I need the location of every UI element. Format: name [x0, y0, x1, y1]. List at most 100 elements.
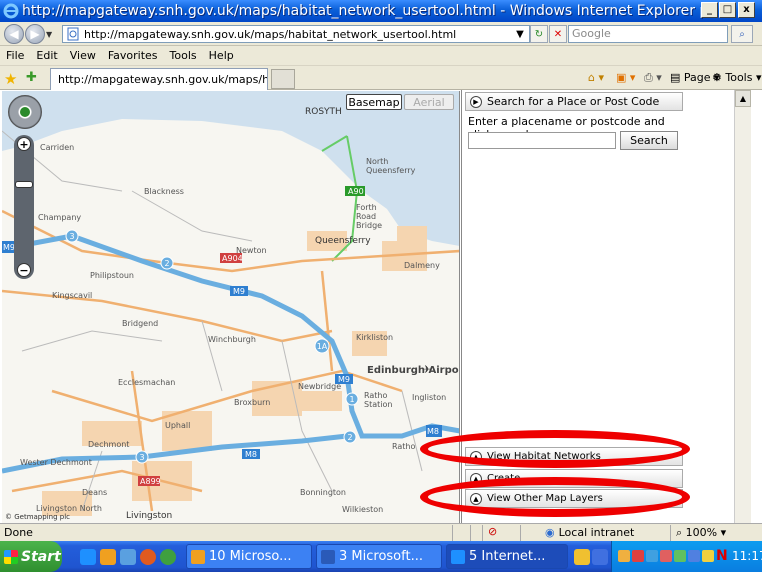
road-m9-a: M9 — [233, 287, 245, 296]
tray-icon[interactable] — [632, 550, 644, 562]
taskbar-extra-icon[interactable] — [592, 549, 608, 565]
quicklaunch-outlook-icon[interactable] — [100, 549, 116, 565]
zoom-label: 100% — [685, 526, 718, 539]
place-livingston: Livingston — [126, 511, 173, 521]
status-text: Done — [4, 526, 33, 539]
close-button[interactable]: x — [738, 2, 755, 18]
junction-3b-label: 3 — [139, 453, 144, 462]
quicklaunch-desktop-icon[interactable] — [120, 549, 136, 565]
status-bar: Done ⊘ ◉ Local intranet ⌕ 100% ▾ — [0, 523, 762, 541]
task-label: 5 Internet... — [469, 549, 546, 564]
place-kingscavil: Kingscavil — [52, 291, 93, 300]
ie-task-icon — [451, 549, 465, 564]
address-toolbar: ◀ ▶ ▼ http://mapgateway.snh.gov.uk/maps/… — [0, 22, 762, 46]
menu-help[interactable]: Help — [203, 49, 240, 62]
taskbar-item-office[interactable]: 10 Microso... — [186, 544, 312, 569]
tray-icon[interactable] — [688, 550, 700, 562]
place-forth-road-bridge: Forth Road Bridge — [356, 203, 383, 230]
address-bar[interactable]: http://mapgateway.snh.gov.uk/maps/habita… — [62, 25, 530, 43]
scroll-up-icon[interactable]: ▲ — [735, 90, 751, 107]
new-tab-button[interactable] — [271, 69, 295, 89]
place-ingliston: Ingliston — [412, 393, 447, 402]
place-ratho: Ratho — [392, 442, 416, 451]
zoom-in-button[interactable]: + — [17, 137, 31, 151]
start-button[interactable]: Start — [0, 541, 62, 572]
quicklaunch-ie-icon[interactable] — [80, 549, 96, 565]
place-wilkieston: Wilkieston — [342, 505, 384, 514]
tray-icon[interactable] — [702, 550, 714, 562]
feeds-icon[interactable]: ▣ ▾ — [616, 71, 635, 84]
junction-1a-label: 1A — [317, 342, 328, 351]
office-icon — [191, 549, 205, 564]
map-view[interactable]: 3 2 1A 1 2 3 A90 M9 M9 M8 A904 A899 M9 M… — [2, 91, 460, 523]
place-winchburgh: Winchburgh — [208, 335, 256, 344]
place-search-input[interactable] — [468, 132, 616, 149]
map-copyright: © Getmapping plc — [5, 513, 70, 521]
back-arrow-icon: ◀ — [9, 27, 19, 41]
place-wester-dechmont: Wester Dechmont — [20, 458, 92, 467]
zoom-slider-thumb[interactable] — [15, 181, 33, 188]
address-dropdown-icon[interactable]: ▼ — [511, 25, 529, 43]
aerial-button[interactable]: Aerial — [404, 94, 454, 110]
zoom-out-button[interactable]: − — [17, 263, 31, 277]
task-label: 10 Microso... — [209, 549, 292, 564]
page-margin — [685, 90, 734, 523]
menu-edit[interactable]: Edit — [30, 49, 63, 62]
taskbar-item-word[interactable]: 3 Microsoft... — [316, 544, 442, 569]
road-m8: M8 — [245, 450, 257, 459]
search-panel-header[interactable]: ▶ Search for a Place or Post Code — [465, 92, 683, 111]
expand-arrow-icon: ▶ — [470, 95, 482, 108]
quicklaunch-media-icon[interactable] — [160, 549, 176, 565]
road-m8-right: M8 — [427, 427, 439, 436]
home-icon[interactable]: ⌂ ▾ — [588, 71, 604, 84]
junction-1-label: 1 — [349, 395, 354, 404]
internet-explorer-icon — [3, 3, 19, 19]
place-livingston-north: Livingston North — [36, 504, 102, 513]
back-button[interactable]: ◀ — [4, 24, 24, 44]
taskbar-extra-icon[interactable] — [574, 549, 590, 565]
print-icon[interactable]: ⎙ ▾ — [644, 71, 662, 85]
tray-icon[interactable] — [646, 550, 658, 562]
basemap-button[interactable]: Basemap — [346, 94, 402, 110]
window-title-bar: http://mapgateway.snh.gov.uk/maps/habita… — [0, 0, 762, 22]
junction-2b-label: 2 — [347, 433, 352, 442]
word-icon — [321, 549, 335, 564]
security-icon[interactable]: ⊘ — [488, 525, 497, 538]
tray-icon[interactable] — [618, 550, 630, 562]
taskbar-item-internet-explorer[interactable]: 5 Internet... — [446, 544, 568, 569]
forward-button[interactable]: ▶ — [25, 24, 45, 44]
history-dropdown-icon[interactable]: ▼ — [46, 30, 52, 39]
refresh-icon[interactable]: ↻ — [530, 25, 548, 43]
highlight-ellipse-habitat — [420, 430, 690, 468]
zoom-slider-track[interactable] — [14, 135, 34, 279]
browser-tab[interactable]: http://mapgateway.snh.gov.uk/maps/habita… — [50, 68, 268, 90]
search-input[interactable]: Google — [568, 25, 728, 43]
pan-control[interactable] — [8, 95, 42, 129]
favorites-star-icon[interactable]: ★ — [4, 70, 17, 88]
menu-file[interactable]: File — [0, 49, 30, 62]
minimize-button[interactable]: _ — [701, 2, 718, 18]
menu-favorites[interactable]: Favorites — [102, 49, 164, 62]
zoom-level[interactable]: ⌕ 100% ▾ — [676, 526, 726, 540]
vertical-scrollbar[interactable]: ▲ — [734, 90, 751, 523]
status-divider — [452, 525, 453, 541]
security-zone[interactable]: ◉ Local intranet — [545, 526, 634, 539]
add-favorites-icon[interactable]: ✚ — [26, 70, 37, 85]
search-go-icon[interactable]: ⌕ — [731, 25, 753, 43]
place-search-button[interactable]: Search — [620, 131, 678, 150]
zone-label: Local intranet — [558, 526, 635, 539]
place-deans: Deans — [82, 488, 108, 497]
place-newton: Newton — [236, 246, 267, 255]
maximize-button[interactable]: □ — [719, 2, 736, 18]
menu-tools[interactable]: Tools — [164, 49, 203, 62]
tray-icon[interactable] — [674, 550, 686, 562]
tray-icon[interactable] — [660, 550, 672, 562]
tools-menu[interactable]: ⚙ Tools ▾ — [712, 71, 762, 84]
tray-n-icon[interactable]: N — [716, 548, 728, 564]
menu-view[interactable]: View — [64, 49, 102, 62]
place-rosyth: ROSYTH — [305, 107, 342, 117]
quicklaunch-firefox-icon[interactable] — [140, 549, 156, 565]
place-blackness: Blackness — [144, 187, 184, 196]
stop-icon[interactable]: ✕ — [549, 25, 567, 43]
road-a90: A90 — [348, 187, 364, 196]
